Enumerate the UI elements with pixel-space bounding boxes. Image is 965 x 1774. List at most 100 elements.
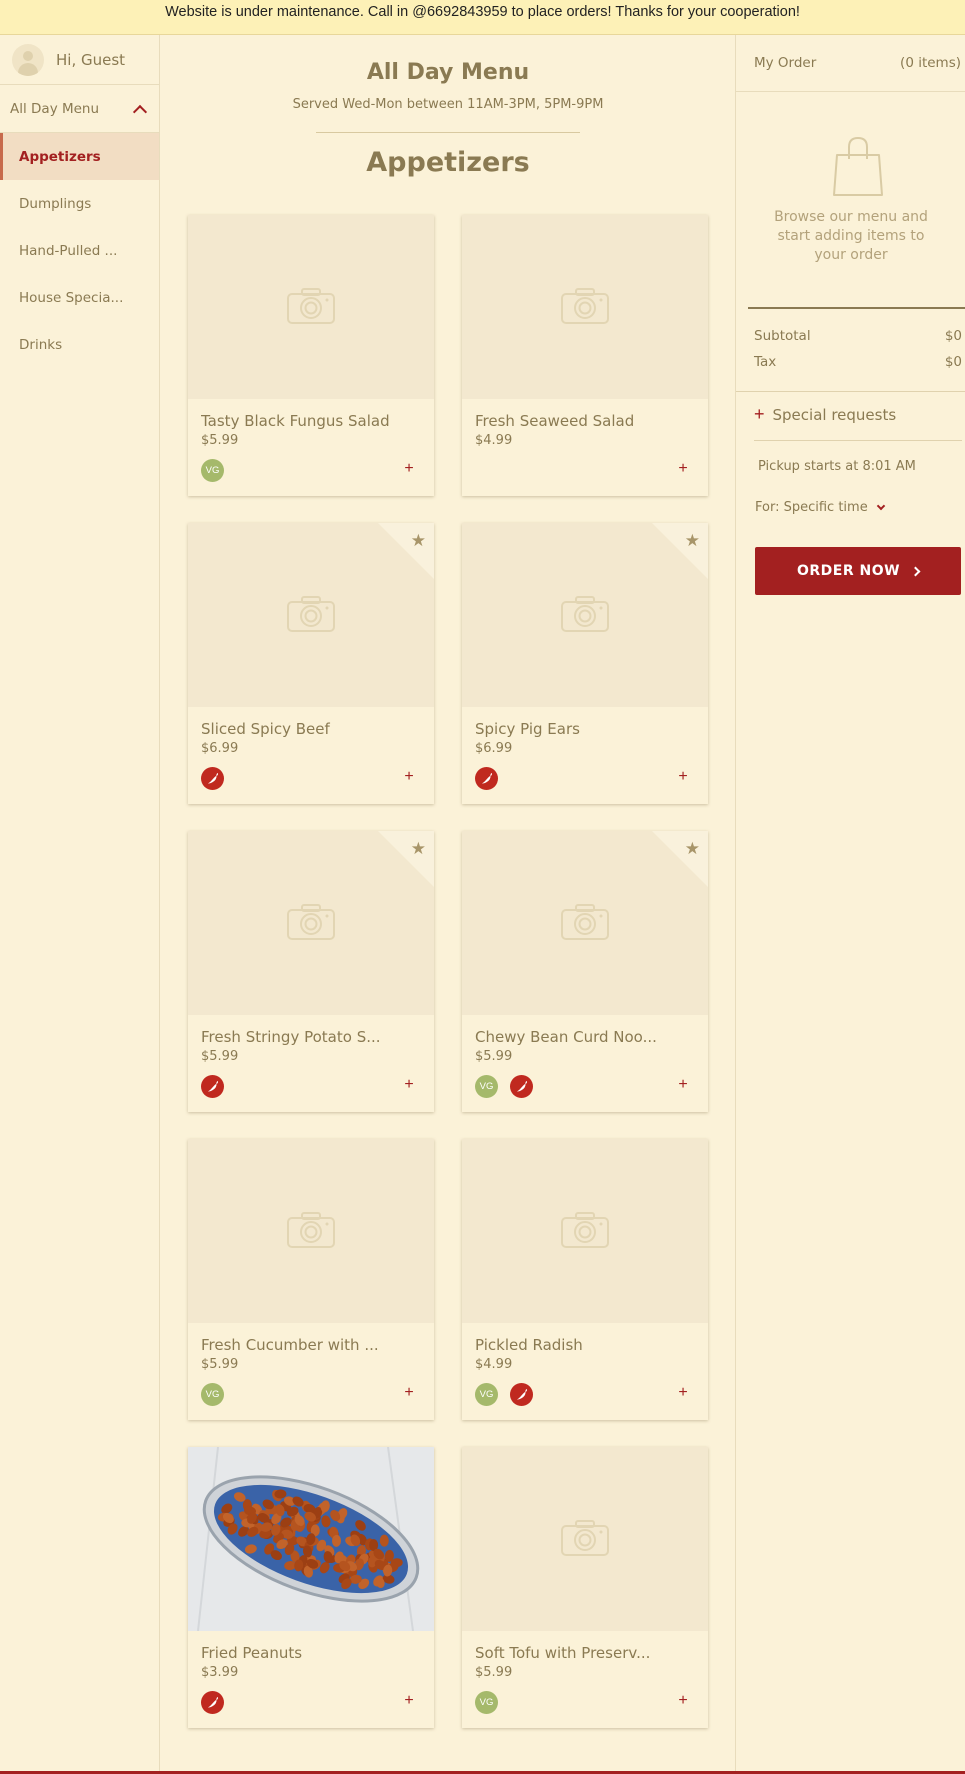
menu-item-card[interactable]: Fresh Seaweed Salad $4.99 +	[462, 215, 708, 496]
special-requests-toggle[interactable]: + Special requests	[754, 404, 896, 425]
guest-account[interactable]: Hi, Guest	[0, 35, 159, 85]
menu-item-price: $5.99	[475, 1049, 513, 1064]
avatar-icon	[12, 43, 44, 76]
pickup-info: Pickup starts at 8:01 AM	[758, 459, 916, 474]
sidebar-item-dumplings[interactable]: Dumplings	[0, 180, 159, 227]
menu-item-price: $5.99	[201, 433, 239, 448]
vegetarian-icon: VG	[475, 1383, 498, 1406]
chevron-right-icon	[910, 566, 921, 576]
spicy-icon	[510, 1075, 533, 1098]
add-to-order-button[interactable]: +	[399, 459, 419, 479]
menu-item-card[interactable]: Fried Peanuts $3.99 +	[188, 1447, 434, 1728]
add-to-order-button[interactable]: +	[673, 1383, 693, 1403]
menu-item-image	[462, 1139, 708, 1323]
menu-item-image: ★	[462, 831, 708, 1015]
menu-item-card[interactable]: ★ Spicy Pig Ears $6.99 +	[462, 523, 708, 804]
menu-item-price: $5.99	[201, 1049, 239, 1064]
pickup-time-selector[interactable]: For: Specific time	[755, 500, 885, 515]
add-to-order-button[interactable]: +	[673, 1691, 693, 1711]
order-panel: My Order (0 items) Browse our menu and s…	[735, 35, 965, 1774]
menu-item-price: $6.99	[201, 741, 239, 756]
camera-placeholder-icon	[287, 1212, 335, 1248]
dietary-badges: VG	[475, 1075, 533, 1098]
title-divider	[316, 132, 580, 133]
menu-item-card[interactable]: ★ Fresh Stringy Potato S... $5.99 +	[188, 831, 434, 1112]
subtotal-label: Subtotal	[754, 328, 811, 344]
menu-item-name: Fresh Cucumber with ...	[201, 1336, 379, 1354]
add-to-order-button[interactable]: +	[399, 1383, 419, 1403]
camera-placeholder-icon	[287, 904, 335, 940]
add-to-order-button[interactable]: +	[399, 1075, 419, 1095]
spicy-icon	[201, 1691, 224, 1714]
add-to-order-button[interactable]: +	[673, 459, 693, 479]
category-sidebar: Hi, Guest All Day Menu Appetizers Dumpli…	[0, 35, 160, 1774]
tax-row: Tax $0	[754, 354, 962, 370]
camera-placeholder-icon	[287, 288, 335, 324]
menu-item-image: ★	[188, 831, 434, 1015]
subtotal-value: $0	[944, 328, 962, 344]
dietary-badges: VG	[475, 1383, 533, 1406]
menu-item-card[interactable]: Fresh Cucumber with ... $5.99 VG +	[188, 1139, 434, 1420]
menu-item-card[interactable]: ★ Chewy Bean Curd Noo... $5.99 VG +	[462, 831, 708, 1112]
menu-item-image	[188, 215, 434, 399]
vegetarian-icon: VG	[475, 1691, 498, 1714]
menu-item-card[interactable]: ★ Sliced Spicy Beef $6.99 +	[188, 523, 434, 804]
menu-hours: Served Wed-Mon between 11AM-3PM, 5PM-9PM	[292, 97, 604, 112]
shopping-bag-icon	[833, 136, 883, 196]
dietary-badges	[201, 767, 224, 790]
menu-item-image: ★	[462, 523, 708, 707]
fried-peanuts-photo	[188, 1447, 434, 1631]
tax-label: Tax	[754, 354, 777, 370]
order-divider	[748, 307, 965, 309]
dietary-badges	[201, 1691, 224, 1714]
order-now-label: ORDER NOW	[796, 563, 901, 579]
menu-item-name: Soft Tofu with Preserv...	[475, 1644, 651, 1662]
sidebar-item-drinks[interactable]: Drinks	[0, 321, 159, 368]
menu-item-card[interactable]: Soft Tofu with Preserv... $5.99 VG +	[462, 1447, 708, 1728]
menu-item-image	[188, 1139, 434, 1323]
menu-item-image	[462, 215, 708, 399]
vegetarian-icon: VG	[475, 1075, 498, 1098]
order-now-button[interactable]: ORDER NOW	[755, 547, 961, 595]
spicy-icon	[475, 767, 498, 790]
star-icon: ★	[684, 531, 700, 551]
menu-title: All Day Menu	[366, 60, 530, 85]
camera-placeholder-icon	[561, 288, 609, 324]
dietary-badges	[201, 1075, 224, 1098]
menu-item-name: Fried Peanuts	[201, 1644, 303, 1662]
section-title: Appetizers	[366, 147, 530, 178]
menu-item-price: $4.99	[475, 433, 513, 448]
menu-selector[interactable]: All Day Menu	[0, 85, 159, 133]
sidebar-item-appetizers[interactable]: Appetizers	[0, 133, 159, 180]
sidebar-item-house-specials[interactable]: House Specia...	[0, 274, 159, 321]
menu-item-card[interactable]: Tasty Black Fungus Salad $5.99 VG +	[188, 215, 434, 496]
menu-item-name: Tasty Black Fungus Salad	[201, 412, 390, 430]
menu-selector-label: All Day Menu	[10, 100, 100, 117]
menu-item-price: $5.99	[201, 1357, 239, 1372]
sidebar-item-hand-pulled[interactable]: Hand-Pulled ...	[0, 227, 159, 274]
vegetarian-icon: VG	[201, 1383, 224, 1406]
menu-item-card[interactable]: Pickled Radish $4.99 VG +	[462, 1139, 708, 1420]
camera-placeholder-icon	[561, 904, 609, 940]
plus-icon: +	[754, 404, 765, 424]
banner-text: Website is under maintenance. Call in @6…	[165, 4, 800, 20]
order-title: My Order	[754, 55, 817, 71]
add-to-order-button[interactable]: +	[673, 767, 693, 787]
star-icon: ★	[410, 531, 426, 551]
menu-item-price: $3.99	[201, 1665, 239, 1680]
camera-placeholder-icon	[561, 1520, 609, 1556]
chevron-down-icon	[876, 501, 885, 510]
special-requests-label: Special requests	[772, 405, 897, 424]
add-to-order-button[interactable]: +	[399, 767, 419, 787]
spicy-icon	[510, 1383, 533, 1406]
menu-item-name: Sliced Spicy Beef	[201, 720, 330, 738]
menu-item-price: $5.99	[475, 1665, 513, 1680]
camera-placeholder-icon	[561, 1212, 609, 1248]
pickup-time-label: For: Specific time	[755, 500, 868, 515]
chevron-up-icon	[132, 104, 148, 119]
menu-item-image: ★	[188, 523, 434, 707]
menu-item-price: $4.99	[475, 1357, 513, 1372]
spicy-icon	[201, 767, 224, 790]
add-to-order-button[interactable]: +	[673, 1075, 693, 1095]
add-to-order-button[interactable]: +	[399, 1691, 419, 1711]
